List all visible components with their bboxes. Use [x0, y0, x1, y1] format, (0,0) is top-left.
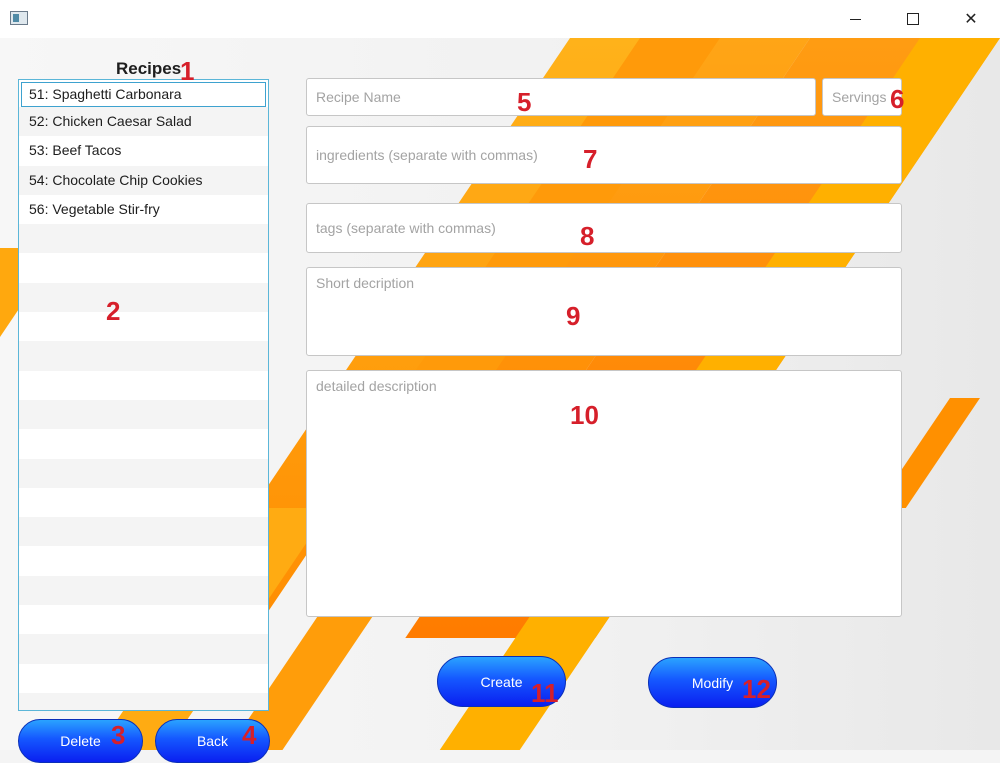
empty-list-row	[19, 517, 268, 547]
empty-list-row	[19, 399, 268, 430]
empty-list-row	[19, 692, 268, 710]
annotation-marker: 4	[242, 720, 257, 750]
annotation-marker: 7	[583, 144, 598, 174]
short-description-input[interactable]	[306, 267, 902, 356]
empty-list-row	[19, 575, 268, 606]
annotation-marker: 6	[890, 84, 905, 114]
window-titlebar: ✕	[0, 0, 1000, 38]
recipe-name-input[interactable]	[306, 78, 816, 116]
empty-list-row	[19, 458, 268, 488]
app-icon	[10, 11, 28, 25]
annotation-marker: 2	[106, 296, 121, 326]
recipes-title: Recipes	[116, 59, 182, 78]
list-item[interactable]: 53: Beef Tacos	[19, 136, 268, 165]
minimize-button[interactable]	[826, 0, 884, 38]
empty-list-row	[19, 605, 268, 634]
annotation-marker: 12	[742, 674, 771, 704]
minimize-icon	[849, 18, 861, 20]
empty-list-row	[19, 488, 268, 517]
annotation-marker: 8	[580, 221, 595, 251]
empty-list-row	[19, 253, 268, 282]
empty-list-row	[19, 282, 268, 313]
annotation-marker: 5	[517, 87, 532, 117]
empty-list-row	[19, 634, 268, 664]
list-item[interactable]: 51: Spaghetti Carbonara	[21, 82, 266, 107]
ingredients-input[interactable]	[306, 126, 902, 184]
list-item[interactable]: 54: Chocolate Chip Cookies	[19, 165, 268, 195]
list-item[interactable]: 56: Vegetable Stir-fry	[19, 195, 268, 224]
tags-input[interactable]	[306, 203, 902, 253]
empty-list-row	[19, 341, 268, 371]
detailed-description-input[interactable]	[306, 370, 902, 617]
empty-list-row	[19, 429, 268, 458]
empty-list-row	[19, 312, 268, 341]
annotation-marker: 9	[566, 301, 581, 331]
recipe-list[interactable]: 51: Spaghetti Carbonara 52: Chicken Caes…	[18, 79, 269, 711]
close-icon: ✕	[964, 11, 978, 28]
annotation-marker: 10	[570, 400, 599, 430]
maximize-button[interactable]	[884, 0, 942, 38]
list-item[interactable]: 52: Chicken Caesar Salad	[19, 107, 268, 137]
maximize-icon	[907, 13, 919, 25]
empty-list-row	[19, 546, 268, 575]
close-button[interactable]: ✕	[942, 0, 1000, 38]
empty-list-row	[19, 664, 268, 693]
annotation-marker: 11	[531, 678, 559, 708]
annotation-marker: 1	[180, 56, 195, 86]
annotation-marker: 3	[111, 720, 126, 750]
empty-list-row	[19, 224, 268, 254]
empty-list-row	[19, 371, 268, 400]
